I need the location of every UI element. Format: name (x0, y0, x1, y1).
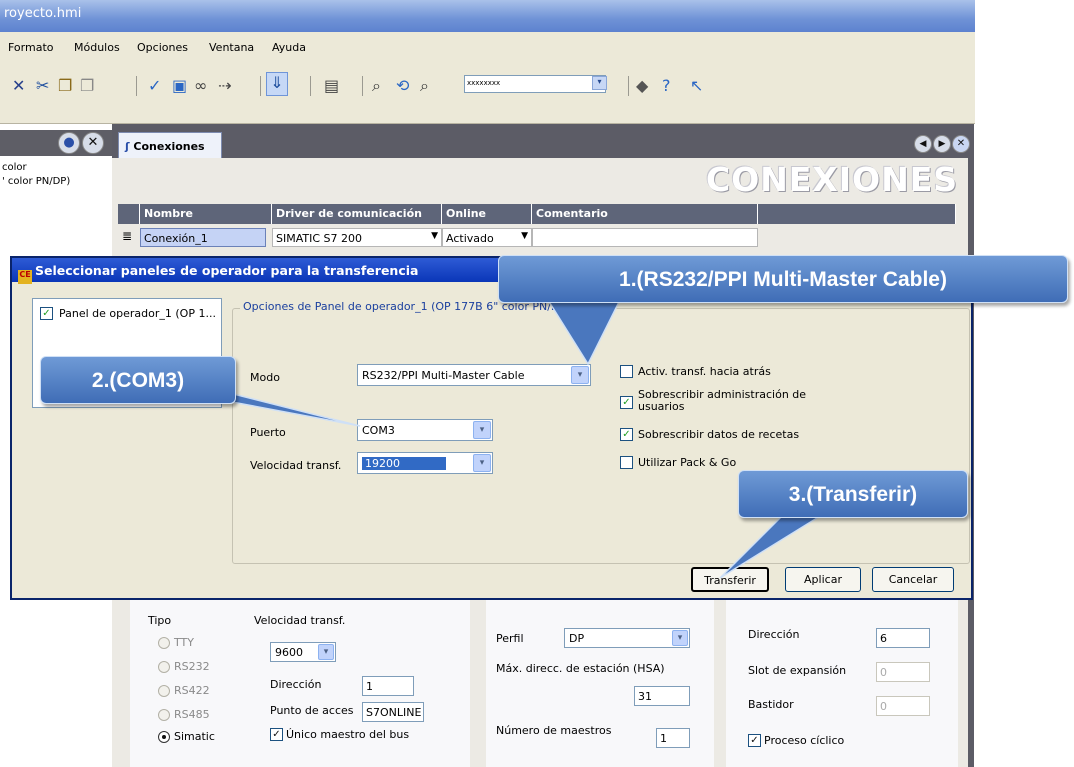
callout-step-2: 2.(COM3) (40, 356, 236, 404)
callout-pointer-1 (546, 299, 622, 366)
callout-step-3: 3.(Transferir) (738, 470, 968, 518)
callout-step-1: 1.(RS232/PPI Multi-Master Cable) (498, 255, 1068, 303)
callout-pointer-3 (719, 509, 833, 579)
